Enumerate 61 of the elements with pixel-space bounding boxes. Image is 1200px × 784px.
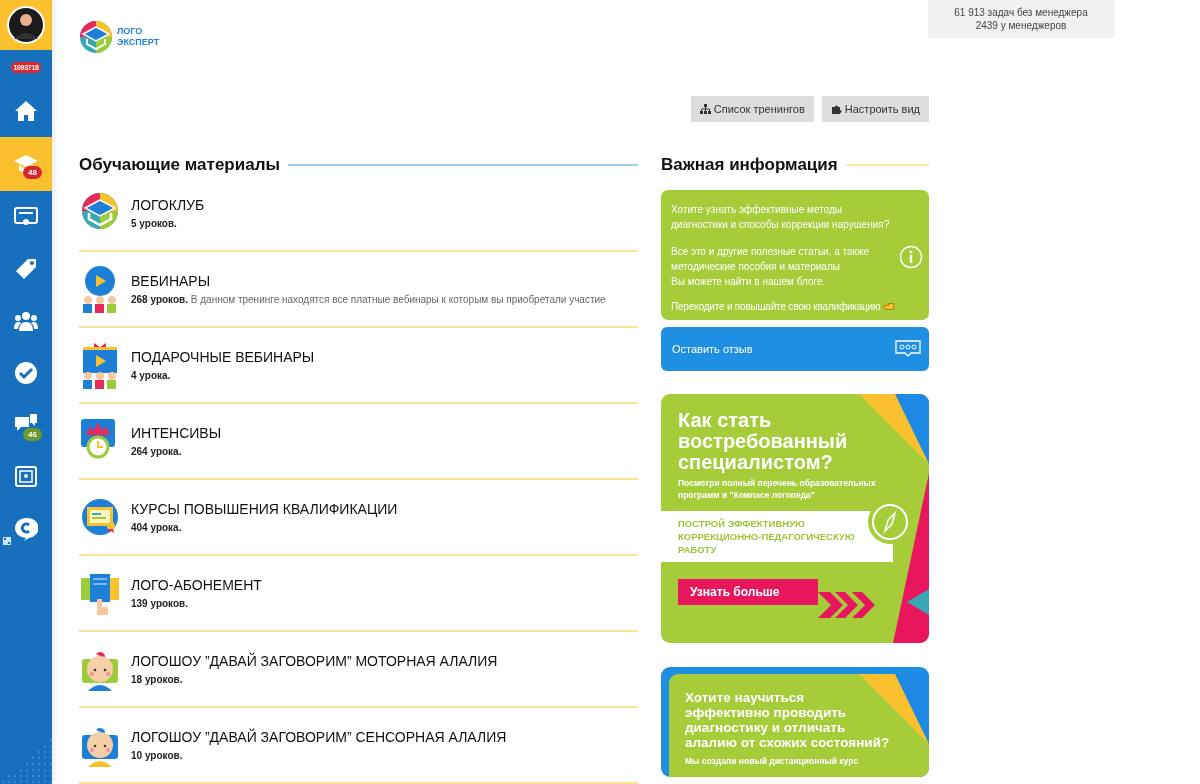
count-badge: 48	[23, 166, 42, 179]
course-title: ЛОГО-АБОНЕМЕНТ	[131, 577, 262, 593]
chat-logo-icon	[14, 517, 38, 541]
section-title: Обучающие материалы	[79, 155, 280, 175]
course-item[interactable]: ЛОГОШОУ ”ДАВАЙ ЗАГОВОРИМ” МОТОРНАЯ АЛАЛИЯ 18 уроков.	[79, 632, 638, 708]
sitemap-icon	[699, 104, 711, 114]
qr-code-icon	[3, 537, 11, 545]
course-item[interactable]: ИНТЕНСИВЫ 264 урока.	[79, 404, 638, 480]
strip-text: ПОСТРОЙ ЭФФЕКТИВНУЮ КОРРЕКЦИОННО-ПЕДАГОГИЧЕСКУЮ РАБОТУ	[678, 517, 856, 556]
rating-bubble-icon	[895, 340, 921, 358]
info-paragraph: Хотите узнать эффективные методы диагностики и способы коррекции нарушения?	[671, 203, 891, 232]
course-meta: 10 уроков.	[131, 750, 184, 761]
people-icon	[14, 309, 38, 333]
course-item[interactable]: КУРСЫ ПОВЫШЕНИЯ КВАЛИФИКАЦИИ 404 урока.	[79, 480, 638, 556]
course-title: ИНТЕНСИВЫ	[131, 425, 222, 441]
small-triangle-drawing	[907, 589, 929, 615]
stats-text: 2439 у менеджеров	[975, 20, 1067, 31]
course-meta: 404 урока.	[131, 522, 183, 533]
logo-text: ЛОГО	[117, 26, 144, 37]
toolbar-button[interactable]: Список тренингов	[690, 96, 814, 122]
banner-heading: Хотите научиться эффективно проводить диагностику и отличать алалию от схожих состояний?	[685, 690, 890, 750]
logo-text: ЭКСПЕРТ	[117, 37, 160, 48]
avatar-icon	[6, 5, 46, 45]
course-meta: 268 уроков. В данном тренинге находятся все платные вебинары к которым вы приобретали участие	[131, 294, 606, 305]
course-title: ЛОГОКЛУБ	[131, 197, 205, 213]
stats-text: 61 913 задач без менеджера	[954, 7, 1088, 18]
promo-banner[interactable]: Как стать востребованный специалистом? Посмотри полный перечень образовательных программ в "Компасе логопеда" ПОСТРОЙ ЭФФЕКТИВНУЮ КОРРЕКЦИОННО-ПЕДАГОГИЧЕСКУЮ РАБОТУ Узнать больше	[661, 394, 929, 643]
puzzle-icon	[830, 104, 842, 114]
course-title: ЛОГОШОУ ”ДАВАЙ ЗАГОВОРИМ” СЕНСОРНАЯ АЛАЛИЯ	[131, 729, 507, 745]
banner-subtitle: Мы создали новый дистанционный курс	[685, 756, 859, 766]
section-title: Важная информация	[661, 155, 838, 175]
course-title: ЛОГОШОУ ”ДАВАЙ ЗАГОВОРИМ” МОТОРНАЯ АЛАЛИЯ	[131, 653, 498, 669]
course-item[interactable]: ЛОГОШОУ ”ДАВАЙ ЗАГОВОРИМ” СЕНСОРНАЯ АЛАЛИЯ 10 уроков.	[79, 708, 638, 784]
course-item[interactable]: ЛОГО-АБОНЕМЕНТ 139 уроков.	[79, 556, 638, 632]
course-item[interactable]: ВЕБИНАРЫ 268 уроков. В данном тренинге находятся все платные вебинары к которым вы приобретали участие	[79, 252, 638, 328]
checkmark-icon	[14, 361, 38, 385]
logo-icon	[79, 20, 113, 54]
toolbar-button[interactable]: Настроить вид	[821, 96, 929, 122]
info-paragraph: Все это и другие полезные статьи, а также методические пособия и материалы Вы можете найти в нашем блоге.	[671, 245, 871, 289]
gift-video-people-icon	[80, 341, 120, 389]
banner-subtitle: Посмотри полный перечень образовательных программ в "Компасе логопеда"	[678, 477, 876, 501]
course-meta: 5 уроков.	[131, 218, 178, 229]
home-icon	[14, 99, 38, 123]
course-meta: 4 урока.	[131, 370, 172, 381]
pointing-hand-icon	[883, 302, 895, 311]
course-title: ВЕБИНАРЫ	[131, 273, 212, 289]
course-meta: 18 уроков.	[131, 674, 184, 685]
course-item[interactable]: ПОДАРОЧНЫЕ ВЕБИНАРЫ 4 урока.	[79, 328, 638, 404]
course-title: КУРСЫ ПОВЫШЕНИЯ КВАЛИФИКАЦИИ	[131, 501, 398, 517]
corner-triangles-drawing	[859, 394, 929, 464]
sidebar-item[interactable]: 48	[0, 137, 52, 191]
course-item[interactable]: ЛОГОКЛУБ 5 уроков.	[79, 176, 638, 252]
course-meta: 264 урока.	[131, 446, 183, 457]
course-title: ПОДАРОЧНЫЕ ВЕБИНАРЫ	[131, 349, 315, 365]
course-meta: 139 уроков.	[131, 598, 190, 609]
count-badge: 46	[23, 428, 42, 441]
info-icon	[899, 245, 923, 269]
banner-heading: Как стать востребованный специалистом?	[678, 410, 848, 473]
safe-icon	[14, 465, 38, 489]
chevrons-icon	[818, 592, 878, 618]
price-tag-icon	[14, 257, 38, 281]
